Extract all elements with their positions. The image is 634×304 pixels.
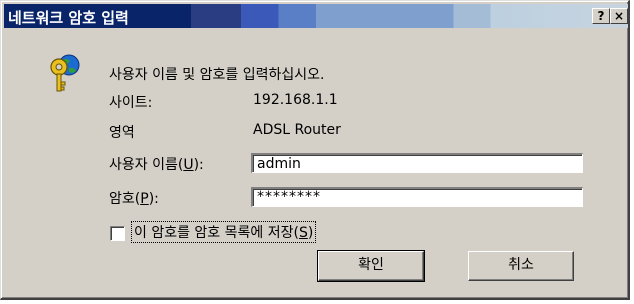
cancel-button[interactable]: 취소 xyxy=(468,251,574,281)
title-bar[interactable]: 네트워크 암호 입력 ? × xyxy=(4,4,628,28)
instruction-message: 사용자 이름 및 암호를 입력하십시오. xyxy=(109,67,325,83)
window-title: 네트워크 암호 입력 xyxy=(8,9,129,27)
password-label: 암호(P): xyxy=(109,191,159,207)
site-label: 사이트: xyxy=(109,95,153,111)
close-button[interactable]: × xyxy=(610,8,628,24)
realm-label: 영역 xyxy=(109,125,135,141)
key-globe-icon xyxy=(50,54,80,92)
save-password-label[interactable]: 이 암호를 암호 목록에 저장(S) xyxy=(131,221,317,243)
save-password-checkbox[interactable] xyxy=(110,226,125,241)
network-password-dialog: 네트워크 암호 입력 ? × 사용자 이름 및 암호를 입력하십시오. 사이트:… xyxy=(0,0,630,300)
username-field[interactable] xyxy=(251,153,583,173)
password-field[interactable]: ******** xyxy=(251,187,583,207)
site-value: 192.168.1.1 xyxy=(253,92,338,108)
ok-button[interactable]: 확인 xyxy=(317,250,425,282)
realm-value: ADSL Router xyxy=(253,122,341,138)
help-button[interactable]: ? xyxy=(592,8,610,24)
username-label: 사용자 이름(U): xyxy=(109,157,204,173)
